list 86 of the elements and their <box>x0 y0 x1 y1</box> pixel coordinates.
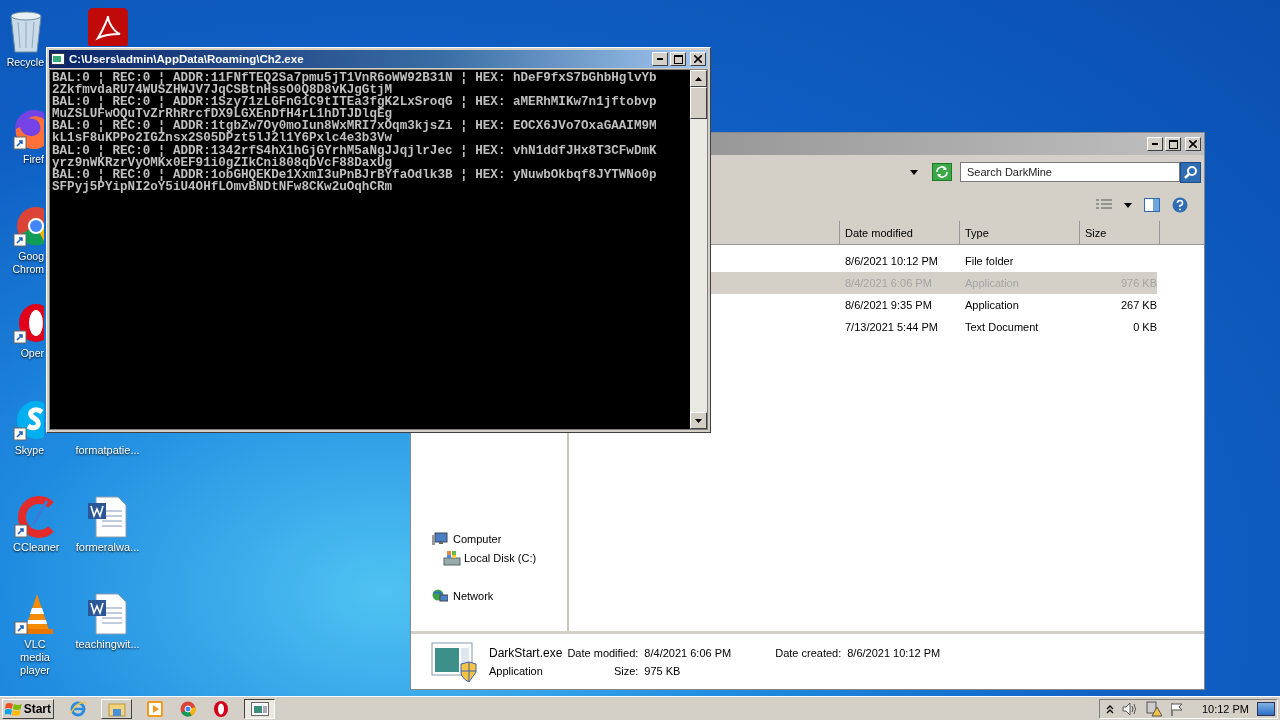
start-button[interactable]: Start <box>2 698 54 719</box>
search-button[interactable] <box>1180 161 1201 183</box>
maximize-button[interactable] <box>670 52 686 66</box>
file-type: Application <box>489 664 544 677</box>
file-row[interactable]: 8/6/2021 10:12 PM File folder <box>708 250 1157 272</box>
help-icon[interactable] <box>1172 197 1188 213</box>
desktop-icon-label[interactable]: VLC media player <box>13 638 57 677</box>
console-line: BAL:0 ¦ REC:0 ¦ ADDR:1obGHQEKDe1XxmI3uPnBJrBYfaOdlk3B ¦ HEX: yNuwbOkbqf8JYTWNo0p <box>52 168 658 181</box>
opera-taskbar-button[interactable] <box>211 698 231 719</box>
show-hidden-icons-icon[interactable] <box>1105 703 1114 714</box>
console-line: kL1sF8uKPPo2IGZnsx2S05DPzt5lJ2l1Y6Pxlc4e3b3Vw <box>52 132 393 145</box>
date-cell-text: 7/13/2021 5:44 PM <box>844 321 939 333</box>
search-field[interactable]: Search DarkMine <box>960 162 1180 182</box>
detail-label: Date modified: <box>566 646 639 659</box>
nav-item[interactable]: Computer <box>453 532 502 545</box>
minimize-icon <box>657 58 663 60</box>
size-cell-text: 267 KB <box>1119 299 1158 311</box>
detail-label: Size: <box>612 664 639 677</box>
flag-icon[interactable] <box>1169 701 1184 716</box>
maximize-icon <box>1168 139 1178 149</box>
maximize-icon <box>673 54 683 64</box>
explorer-taskbar-button[interactable] <box>101 698 132 719</box>
detail-value: 8/4/2021 6:06 PM <box>644 646 732 659</box>
detail-label: Date created: <box>775 646 842 659</box>
console-line: BAL:0 ¦ REC:0 ¦ ADDR:1342rfS4hX1hGjGYrhM5aNgJJqjlrJec ¦ HEX: vhN1ddfJHx8T3CFwDmK <box>52 144 658 157</box>
scroll-thumb[interactable] <box>690 87 707 119</box>
close-icon <box>1189 140 1197 148</box>
application-icon <box>431 641 477 682</box>
type-cell-text: Text Document <box>964 321 1040 333</box>
console-line: BAL:0 ¦ REC:0 ¦ ADDR:1Szy71zLGFnG1C9tITEa3fgK2LxSroqG ¦ HEX: aMERhMIKw7n1jftobvp <box>52 96 658 109</box>
type-cell-text: File folder <box>964 255 1015 267</box>
console-line: BAL:0 ¦ REC:0 ¦ ADDR:1tgbZw7Oy0moIun8WxMRI7xOqm3kjsZi ¦ HEX: EOCX6JVo7OxaGAAIM9M <box>52 120 658 133</box>
console-taskbar-button[interactable] <box>244 698 275 719</box>
nav-item[interactable]: Network <box>453 589 494 602</box>
desktop-icon-label[interactable]: Skype <box>14 444 44 457</box>
desktop-icon-label[interactable]: Recycle <box>6 56 44 69</box>
detail-value: 8/6/2021 10:12 PM <box>847 646 941 659</box>
show-desktop-button[interactable] <box>1257 701 1275 716</box>
size-cell-text: 0 KB <box>1132 321 1158 333</box>
word-document-icon[interactable] <box>85 495 130 539</box>
speaker-icon[interactable] <box>1121 701 1138 716</box>
maximize-button[interactable] <box>1165 137 1181 151</box>
type-cell-text: Application <box>964 299 1020 311</box>
scroll-up-button[interactable] <box>690 70 707 87</box>
dropdown-caret-icon[interactable] <box>1124 202 1132 208</box>
close-button[interactable] <box>1185 137 1201 151</box>
recycle-bin-icon[interactable] <box>8 10 44 54</box>
pdf-icon[interactable] <box>85 8 130 46</box>
date-cell-text: 8/6/2021 10:12 PM <box>844 255 939 267</box>
console-line: yrz9nWKRzrVyOMKx0EF91i0gZIkCni808qbVcF88DaxUg <box>52 156 393 169</box>
detail-value: 975 KB <box>644 664 681 677</box>
console-line: 2ZkfmvdaRU74WUSZHWJV7JqCSBtnHssO0Q8D8vKJgGtjM <box>52 84 393 97</box>
desktop-icon-label[interactable]: Oper <box>20 347 44 360</box>
file-row[interactable]: 7/13/2021 5:44 PM Text Document 0 KB <box>708 316 1157 338</box>
word-document-icon[interactable] <box>85 592 130 636</box>
console-line: BAL:0 ¦ REC:0 ¦ ADDR:11FNfTEQ2Sa7pmu5jT1VnR6oWW92B31N ¦ HEX: hDeF9fxS7bGhbHglvYb <box>52 72 658 85</box>
column-header[interactable]: Size <box>1080 221 1160 244</box>
scrollbar[interactable] <box>690 70 707 429</box>
ccleaner-icon[interactable] <box>13 495 57 539</box>
file-row[interactable]: 8/6/2021 9:35 PM Application 267 KB <box>708 294 1157 316</box>
windows-logo-icon <box>5 700 23 717</box>
column-header[interactable]: Date modified <box>840 221 960 244</box>
drive-icon <box>443 549 461 566</box>
file-name: DarkStart.exe <box>489 645 563 660</box>
column-header[interactable]: Type <box>960 221 1080 244</box>
minimize-button[interactable] <box>1147 137 1163 151</box>
date-cell-text: 8/6/2021 9:35 PM <box>844 299 933 311</box>
close-button[interactable] <box>690 52 706 66</box>
desktop-icon-label[interactable]: Goog Chrom <box>2 250 44 276</box>
console-line: MuZSLUFwOQuTvZrRhRrcfDX9LGXEnDfH4rL1hDTJDlqEg <box>52 108 393 121</box>
minimize-button[interactable] <box>652 52 668 66</box>
network-warning-icon[interactable] <box>1145 700 1162 717</box>
network-icon <box>432 588 448 603</box>
console-icon <box>51 53 65 65</box>
preview-pane-icon[interactable] <box>1144 198 1160 212</box>
close-icon <box>694 55 702 63</box>
refresh-button[interactable] <box>932 163 952 181</box>
minimize-icon <box>1152 143 1158 145</box>
console-line: SFPyj5PYipNI2oY5iU4OHfLOmvBNDtNFw8CKw2uOqhCRm <box>52 180 393 193</box>
desktop-icon-label[interactable]: Firef <box>23 153 44 166</box>
clock[interactable]: 10:12 PM <box>1201 702 1249 715</box>
computer-icon <box>432 531 448 546</box>
window-title: C:\Users\admin\AppData\Roaming\Ch2.exe <box>69 53 304 65</box>
scroll-down-button[interactable] <box>690 412 707 429</box>
dropdown-caret-icon[interactable] <box>910 169 918 175</box>
nav-item[interactable]: Local Disk (C:) <box>464 551 537 564</box>
